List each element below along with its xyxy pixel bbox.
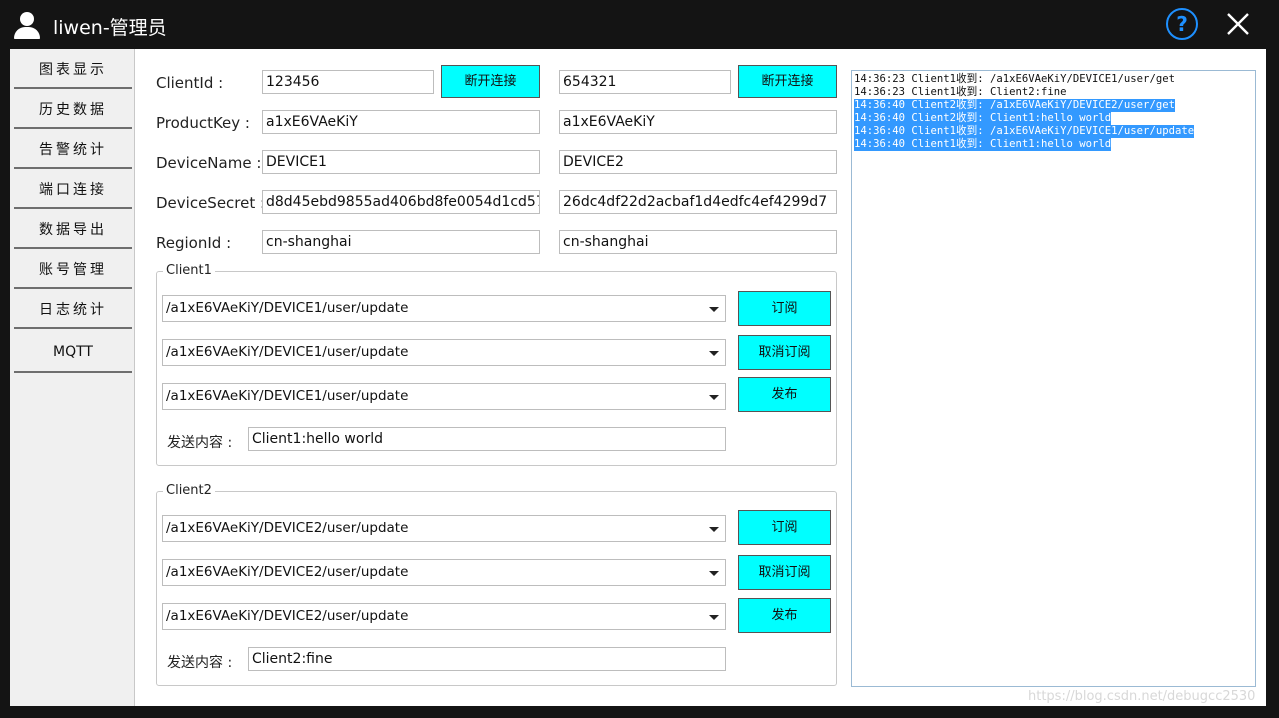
client2-region-id-input[interactable]: cn-shanghai — [559, 230, 837, 254]
client-id-label: ClientId : — [156, 74, 224, 92]
log-line-selected: 14:36:40 Client1收到: Client1:hello world — [854, 138, 1112, 151]
sidebar-item-alarm-stats[interactable]: 告警统计 — [14, 132, 132, 169]
client1-topic-select-subscribe[interactable]: /a1xE6VAeKiY/DEVICE1/user/update — [162, 295, 726, 322]
client1-group-title: Client1 — [163, 263, 215, 278]
client2-send-content-label: 发送内容 : — [167, 655, 233, 671]
client2-topic-select-subscribe[interactable]: /a1xE6VAeKiY/DEVICE2/user/update — [162, 515, 726, 542]
message-log[interactable]: 14:36:23 Client1收到: /a1xE6VAeKiY/DEVICE1… — [851, 70, 1256, 687]
user-icon — [14, 12, 40, 40]
combo-value: /a1xE6VAeKiY/DEVICE2/user/update — [166, 564, 409, 580]
client2-group-title: Client2 — [163, 483, 215, 498]
dropdown-arrow-icon[interactable] — [709, 395, 719, 400]
dropdown-arrow-icon[interactable] — [709, 307, 719, 312]
log-line: 14:36:23 Client1收到: /a1xE6VAeKiY/DEVICE1… — [854, 73, 1175, 85]
sidebar-item-mqtt[interactable]: MQTT — [14, 332, 132, 373]
help-icon[interactable]: ? — [1166, 8, 1198, 40]
client1-send-content-label: 发送内容 : — [167, 435, 233, 451]
client1-topic-select-publish[interactable]: /a1xE6VAeKiY/DEVICE1/user/update — [162, 383, 726, 410]
client1-subscribe-button[interactable]: 订阅 — [738, 291, 831, 326]
dropdown-arrow-icon[interactable] — [709, 527, 719, 532]
window-title: liwen-管理员 — [53, 17, 167, 39]
log-line: 14:36:23 Client1收到: Client2:fine — [854, 86, 1067, 98]
combo-value: /a1xE6VAeKiY/DEVICE1/user/update — [166, 344, 409, 360]
client1-send-content-input[interactable]: Client1:hello world — [248, 427, 726, 451]
sidebar-item-account-mgmt[interactable]: 账号管理 — [14, 252, 132, 289]
client2-device-name-input[interactable]: DEVICE2 — [559, 150, 837, 174]
client2-product-key-input[interactable]: a1xE6VAeKiY — [559, 110, 837, 134]
watermark: https://blog.csdn.net/debugcc2530 — [1028, 689, 1256, 704]
client2-topic-select-publish[interactable]: /a1xE6VAeKiY/DEVICE2/user/update — [162, 603, 726, 630]
dropdown-arrow-icon[interactable] — [709, 351, 719, 356]
sidebar-item-port-connect[interactable]: 端口连接 — [14, 172, 132, 209]
combo-value: /a1xE6VAeKiY/DEVICE1/user/update — [166, 388, 409, 404]
device-name-label: DeviceName : — [156, 154, 262, 172]
client2-disconnect-button[interactable]: 断开连接 — [738, 65, 837, 98]
dropdown-arrow-icon[interactable] — [709, 615, 719, 620]
client1-publish-button[interactable]: 发布 — [738, 377, 831, 412]
combo-value: /a1xE6VAeKiY/DEVICE2/user/update — [166, 520, 409, 536]
log-line-selected: 14:36:40 Client1收到: /a1xE6VAeKiY/DEVICE1… — [854, 125, 1195, 138]
combo-value: /a1xE6VAeKiY/DEVICE1/user/update — [166, 300, 409, 316]
client1-device-secret-input[interactable]: d8d45ebd9855ad406bd8fe0054d1cd57 — [262, 190, 540, 214]
sidebar-item-history-data[interactable]: 历史数据 — [14, 92, 132, 129]
sidebar: 图表显示 历史数据 告警统计 端口连接 数据导出 账号管理 日志统计 MQTT — [10, 49, 135, 706]
combo-value: /a1xE6VAeKiY/DEVICE2/user/update — [166, 608, 409, 624]
client2-client-id-input[interactable]: 654321 — [559, 70, 731, 94]
client1-device-name-input[interactable]: DEVICE1 — [262, 150, 540, 174]
log-line-selected: 14:36:40 Client2收到: /a1xE6VAeKiY/DEVICE2… — [854, 99, 1175, 112]
main-window: 图表显示 历史数据 告警统计 端口连接 数据导出 账号管理 日志统计 MQTT … — [10, 49, 1266, 706]
region-id-label: RegionId : — [156, 234, 232, 252]
client1-product-key-input[interactable]: a1xE6VAeKiY — [262, 110, 540, 134]
client1-unsubscribe-button[interactable]: 取消订阅 — [738, 335, 831, 370]
log-line-selected: 14:36:40 Client2收到: Client1:hello world — [854, 112, 1112, 125]
client2-subscribe-button[interactable]: 订阅 — [738, 510, 831, 545]
client2-publish-button[interactable]: 发布 — [738, 598, 831, 633]
device-secret-label: DeviceSecret : — [156, 194, 266, 212]
dropdown-arrow-icon[interactable] — [709, 571, 719, 576]
client1-disconnect-button[interactable]: 断开连接 — [441, 65, 540, 98]
product-key-label: ProductKey : — [156, 114, 250, 132]
client1-region-id-input[interactable]: cn-shanghai — [262, 230, 540, 254]
client2-send-content-input[interactable]: Client2:fine — [248, 647, 726, 671]
sidebar-item-data-export[interactable]: 数据导出 — [14, 212, 132, 249]
client2-unsubscribe-button[interactable]: 取消订阅 — [738, 555, 831, 590]
sidebar-item-log-stats[interactable]: 日志统计 — [14, 292, 132, 329]
client1-client-id-input[interactable]: 123456 — [262, 70, 434, 94]
title-bar: liwen-管理员 ? — [0, 0, 1279, 49]
client2-topic-select-unsubscribe[interactable]: /a1xE6VAeKiY/DEVICE2/user/update — [162, 559, 726, 586]
client1-topic-select-unsubscribe[interactable]: /a1xE6VAeKiY/DEVICE1/user/update — [162, 339, 726, 366]
close-icon[interactable] — [1226, 12, 1250, 36]
client2-device-secret-input[interactable]: 26dc4df22d2acbaf1d4edfc4ef4299d7 — [559, 190, 837, 214]
sidebar-item-chart-display[interactable]: 图表显示 — [14, 52, 132, 89]
